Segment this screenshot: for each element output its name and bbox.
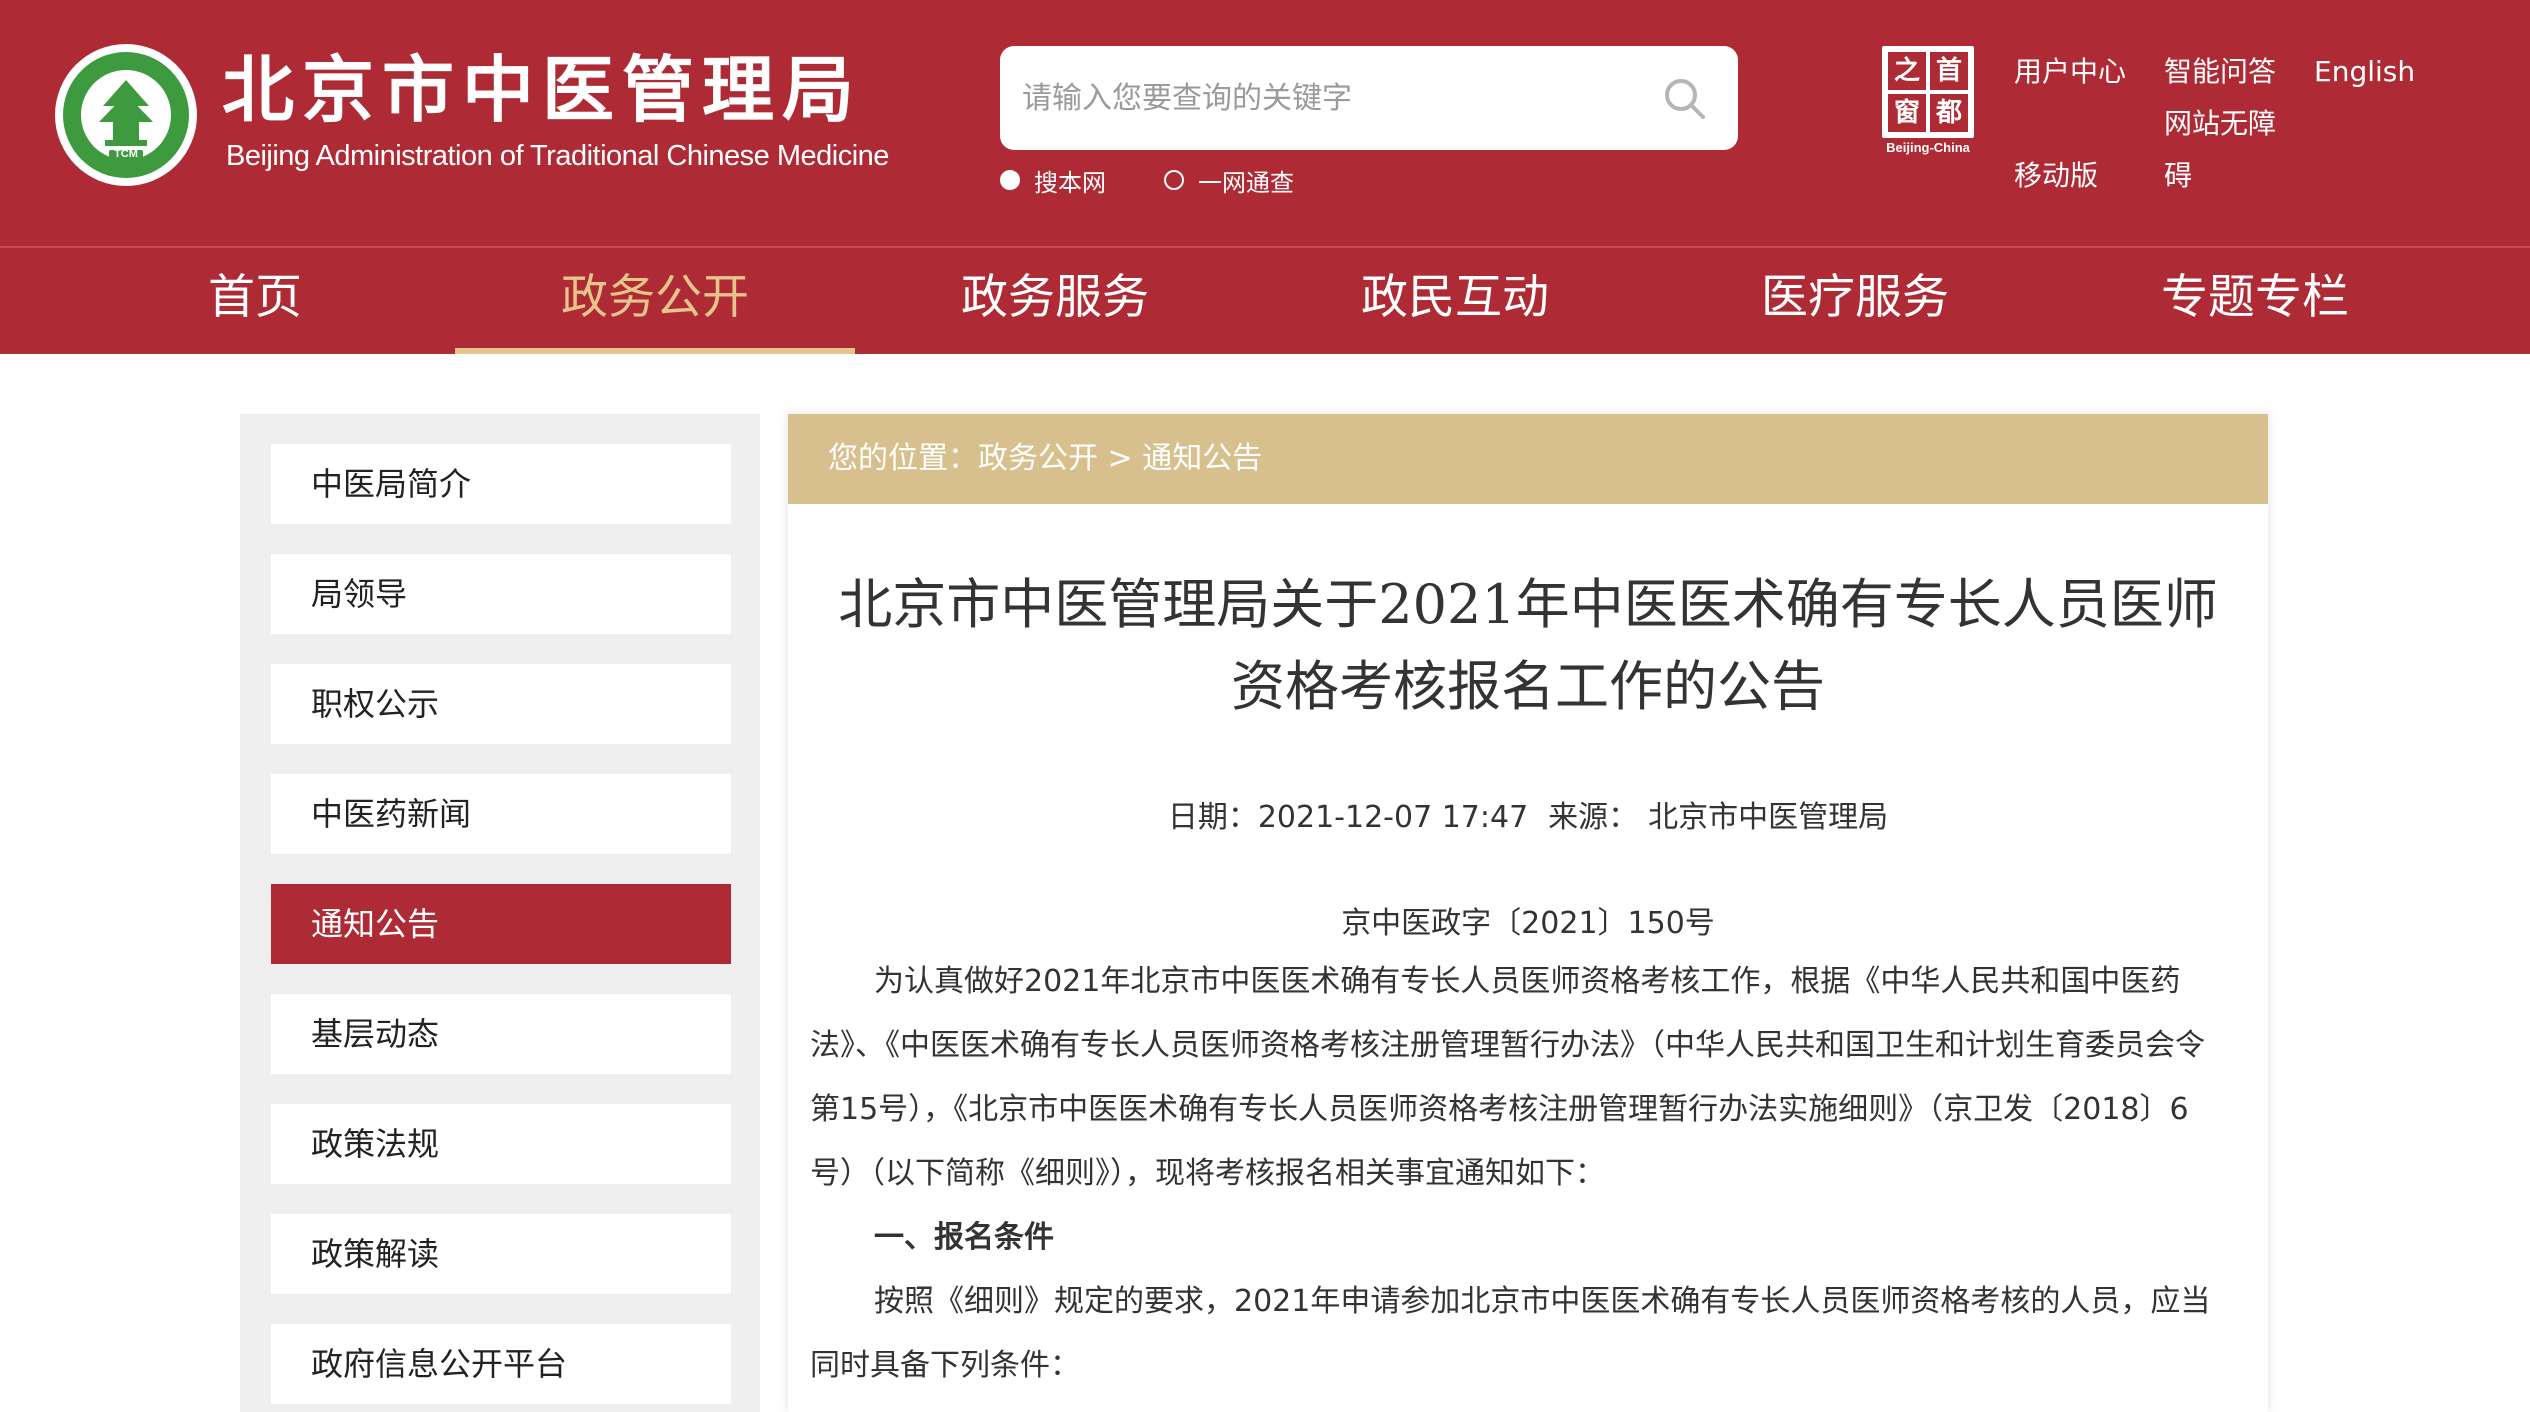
date-label: 日期： [1167,800,1258,835]
breadcrumb-prefix: 您的位置： [828,441,978,476]
source-label: 来源： [1548,800,1639,835]
search-scope-site[interactable]: 搜本网 [1000,163,1106,198]
accessibility-link-cont[interactable]: 碍 [2164,158,2192,194]
site-logo-emblem[interactable]: TCM [55,44,197,186]
article-source: 北京市中医管理局 [1648,800,1889,835]
article-meta: 日期：2021-12-07 17:47 来源： 北京市中医管理局 [788,792,2268,836]
sidebar-item-news[interactable]: 中医药新闻 [271,774,731,854]
sidebar-item-policy-interpretation[interactable]: 政策解读 [271,1214,731,1294]
nav-government-affairs[interactable]: 政务公开 [455,248,855,354]
nav-interaction[interactable]: 政民互动 [1255,248,1655,354]
search-icon[interactable] [1662,76,1708,122]
breadcrumb-separator: > [1098,441,1143,476]
sidebar-item-powers[interactable]: 职权公示 [271,664,731,744]
article-panel: 您的位置：政务公开 > 通知公告 北京市中医管理局关于2021年中医医术确有专长… [788,414,2268,1412]
badge-char: 都 [1930,94,1968,132]
faq-link[interactable]: 智能问答 [2164,54,2276,90]
publish-date: 2021-12-07 17:47 [1257,800,1529,835]
breadcrumb-link-government-affairs[interactable]: 政务公开 [978,441,1098,476]
user-center-link[interactable]: 用户中心 [2014,54,2126,90]
article-title-line: 北京市中医管理局关于2021年中医医术确有专长人员医师 [838,573,2218,636]
mobile-link[interactable]: 移动版 [2014,158,2098,194]
radio-checked-icon [1000,170,1020,190]
search-input[interactable] [1022,68,1622,128]
article-title: 北京市中医管理局关于2021年中医医术确有专长人员医师 资格考核报名工作的公告 [818,564,2238,728]
sidebar-item-notices[interactable]: 通知公告 [271,884,731,964]
site-header: TCM 北京市中医管理局 Beijing Administration of T… [0,0,2530,246]
capital-window-badge[interactable]: 之 首 窗 都 Beijing-China [1882,46,1974,156]
accessibility-link[interactable]: 网站无障 [2164,106,2276,142]
nav-special-topics[interactable]: 专题专栏 [2055,248,2455,354]
article-paragraph: 为认真做好2021年北京市中医医术确有专长人员医师资格考核工作，根据《中华人民共… [810,964,2205,1191]
main-nav: 首页 政务公开 政务服务 政民互动 医疗服务 专题专栏 [0,246,2530,354]
sidebar-item-policies[interactable]: 政策法规 [271,1104,731,1184]
breadcrumb: 您的位置：政务公开 > 通知公告 [788,414,2268,504]
nav-government-services[interactable]: 政务服务 [855,248,1255,354]
site-subtitle: Beijing Administration of Traditional Ch… [226,140,889,172]
badge-char: 之 [1888,52,1926,90]
nav-medical-services[interactable]: 医疗服务 [1655,248,2055,354]
capital-badge-box: 之 首 窗 都 [1882,46,1974,138]
document-number: 京中医政字〔2021〕150号 [1341,906,1715,941]
search-scope-site-label: 搜本网 [1034,168,1106,197]
sidebar-item-info-disclosure[interactable]: 政府信息公开平台 [271,1324,731,1404]
site-title[interactable]: 北京市中医管理局 [222,44,862,136]
sidebar-item-intro[interactable]: 中医局简介 [271,444,731,524]
search-scope-all[interactable]: 一网通查 [1164,163,1294,198]
search-scope-all-label: 一网通查 [1198,168,1294,197]
capital-badge-caption: Beijing-China [1886,140,1970,155]
logo-label: TCM [114,148,138,160]
article-section-heading: 一、报名条件 [874,1220,1054,1255]
article-title-line: 资格考核报名工作的公告 [1231,655,1825,718]
sidebar-item-grassroots[interactable]: 基层动态 [271,994,731,1074]
badge-char: 首 [1930,52,1968,90]
temple-icon [99,80,153,160]
search-scope-options: 搜本网 一网通查 [1000,160,1352,200]
article-body: 为认真做好2021年北京市中医医术确有专长人员医师资格考核工作，根据《中华人民共… [810,950,2230,1398]
radio-unchecked-icon [1164,170,1184,190]
sidebar-item-leaders[interactable]: 局领导 [271,554,731,634]
sidebar: 中医局简介 局领导 职权公示 中医药新闻 通知公告 基层动态 政策法规 政策解读… [240,414,760,1412]
breadcrumb-link-notices[interactable]: 通知公告 [1142,441,1262,476]
search-box [1000,46,1738,150]
badge-char: 窗 [1888,94,1926,132]
english-link[interactable]: English [2314,54,2415,90]
article-paragraph: 按照《细则》规定的要求，2021年申请参加北京市中医医术确有专长人员医师资格考核… [810,1284,2211,1383]
nav-home[interactable]: 首页 [55,248,455,354]
